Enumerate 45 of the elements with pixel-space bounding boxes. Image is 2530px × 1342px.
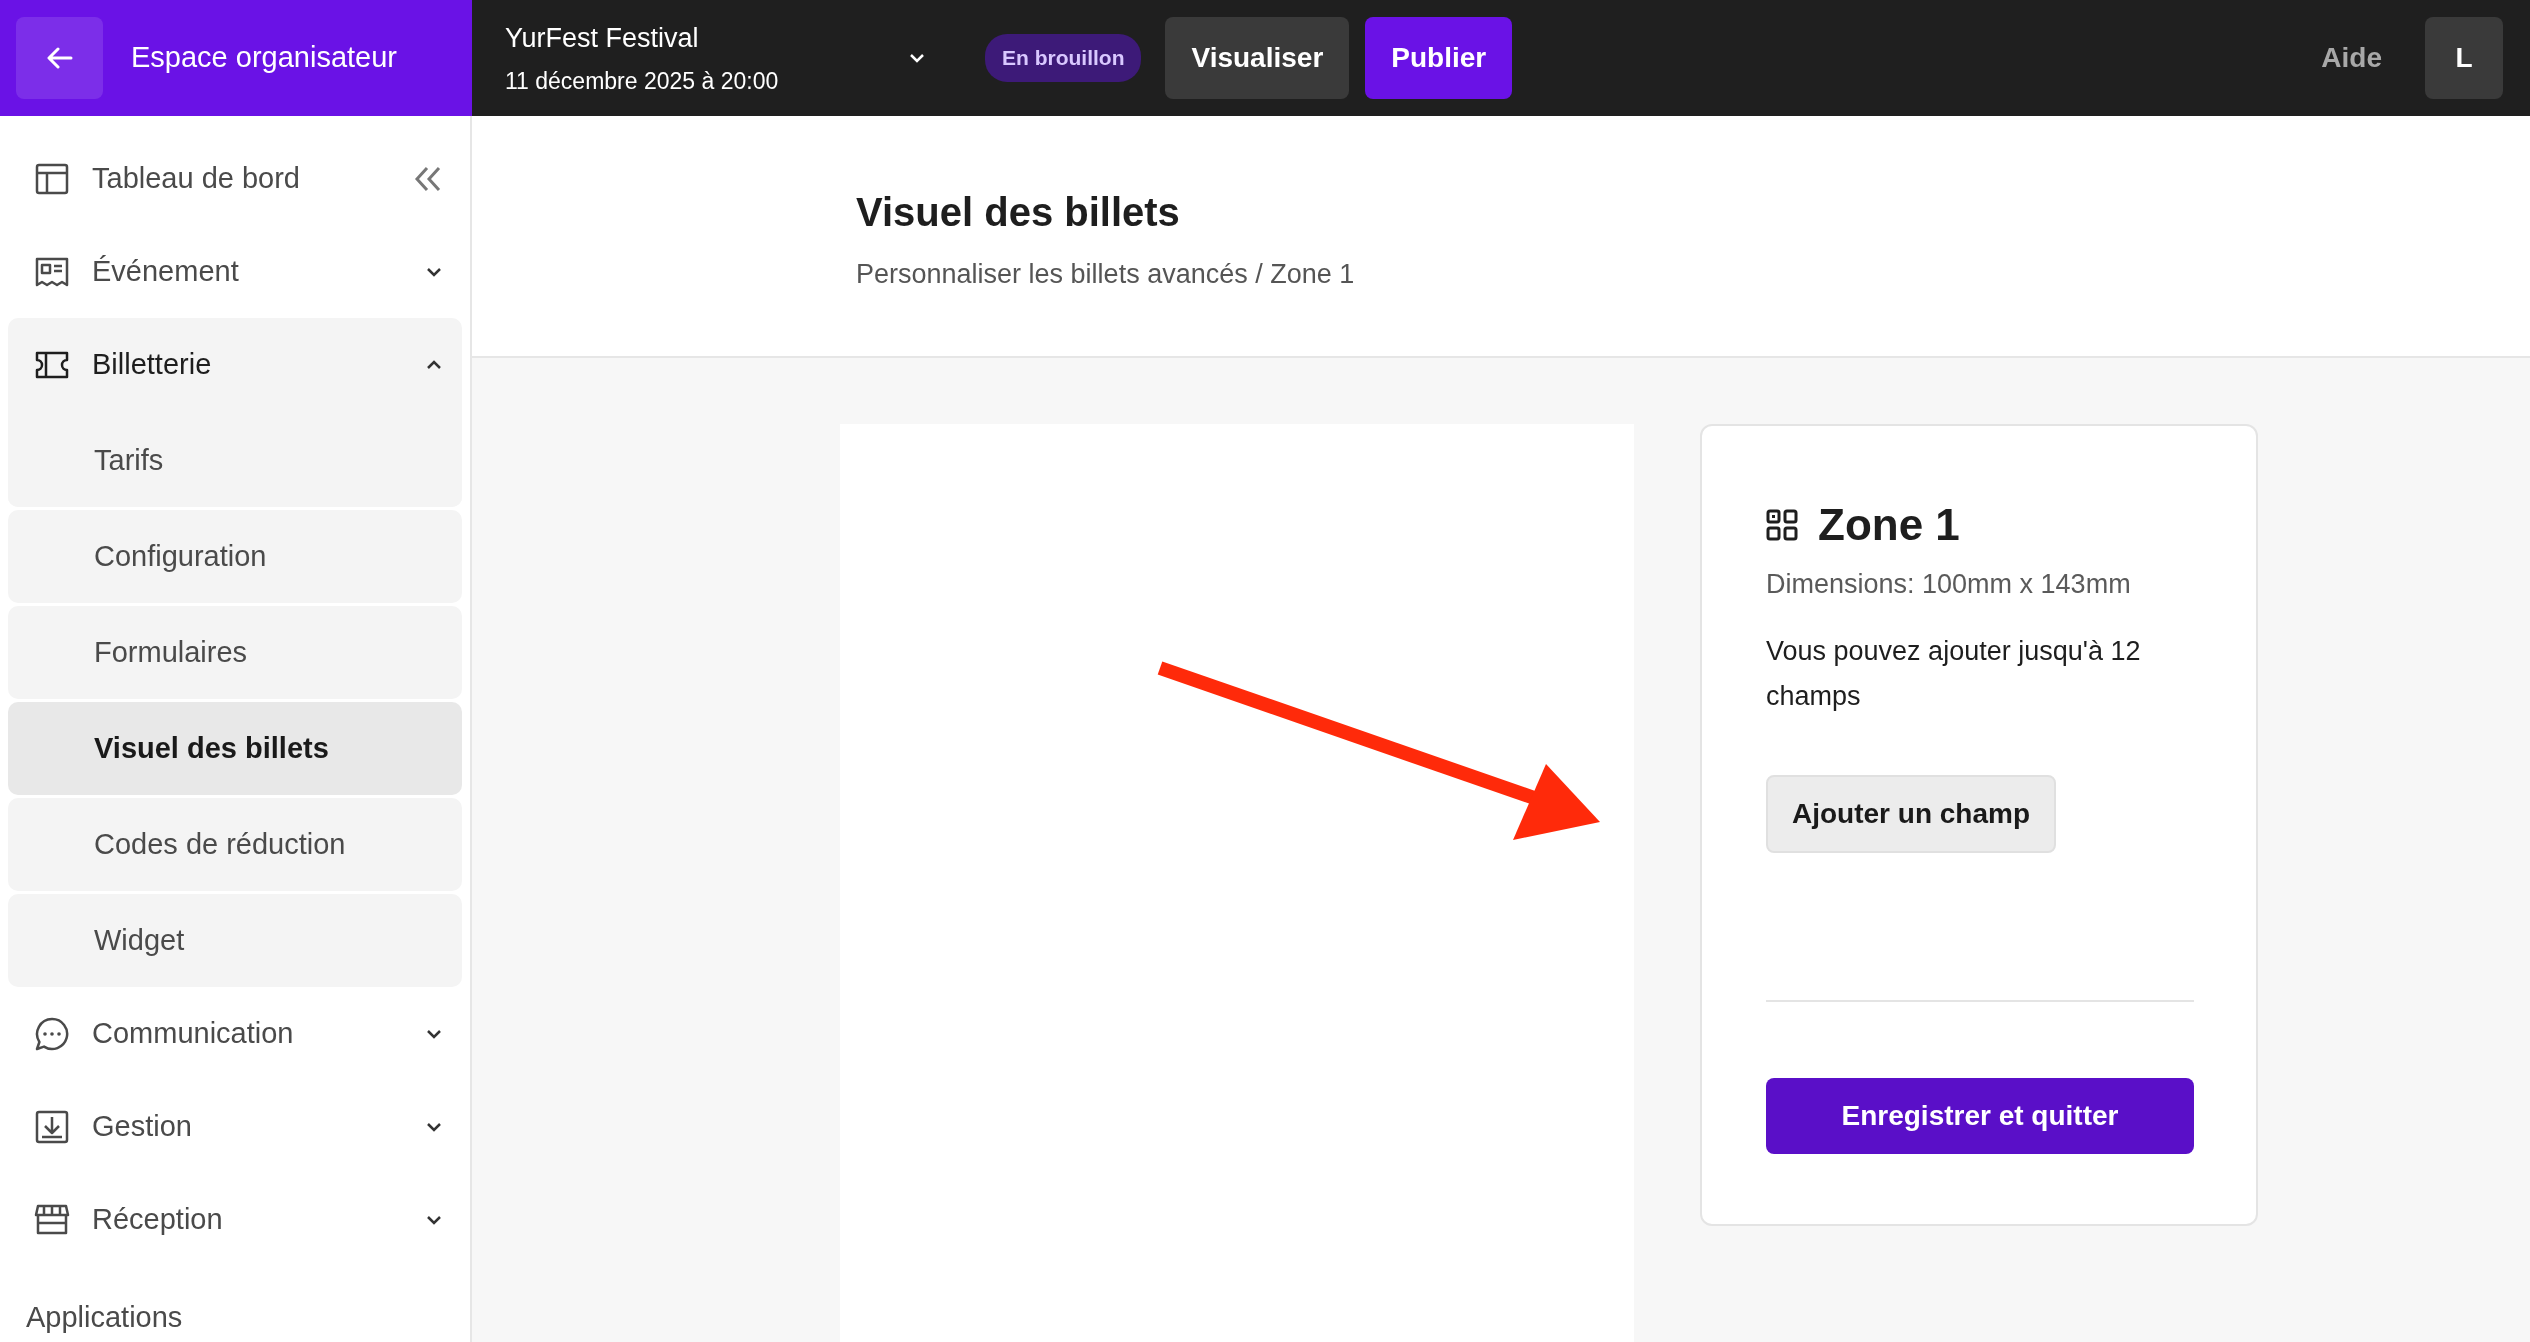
chevron-down-icon[interactable] [426,265,442,278]
chevron-down-icon[interactable] [426,1027,442,1040]
chevron-up-icon[interactable] [426,358,442,371]
save-and-quit-button[interactable]: Enregistrer et quitter [1766,1077,2194,1154]
sidebar-item-label: Communication [92,1015,295,1051]
sidebar-item-label: Événement [92,253,240,289]
sidebar-subitem[interactable]: Codes de réduction [8,798,462,891]
field-limit-text: Vous pouvez ajouter jusqu'à 12 champs [1766,634,2142,713]
back-arrow-icon [46,47,73,69]
sidebar-item[interactable]: Communication [8,987,462,1080]
sidebar-item-label: Réception [92,1201,224,1237]
sidebar-subitem[interactable]: Widget [8,894,462,987]
sidebar-subitem[interactable]: Formulaires [8,606,462,699]
preview-button[interactable]: Visualiser [1165,17,1350,99]
sidebar-item[interactable]: Billetterie [8,318,462,411]
download-tray-icon [34,1108,70,1145]
user-avatar[interactable]: L [2425,17,2503,99]
qr-code-icon [1766,509,1798,541]
chevron-down-icon[interactable] [909,53,925,63]
sidebar-item[interactable]: Événement [8,225,462,318]
publish-button[interactable]: Publier [1365,17,1513,99]
sidebar-item[interactable]: Tableau de bord [8,132,462,225]
sidebar-item-label: Billetterie [92,346,213,382]
chevron-down-icon[interactable] [426,1120,442,1133]
event-name: YurFest Festival [505,21,700,55]
help-link[interactable]: Aide [2321,37,2382,79]
sidebar-item-label: Gestion [92,1108,193,1144]
app-title: Espace organisateur [131,40,397,76]
sidebar-item[interactable]: Réception [8,1173,462,1266]
add-field-button[interactable]: Ajouter un champ [1766,774,2056,853]
chat-bubble-icon [34,1015,70,1052]
back-button[interactable] [16,17,103,99]
sidebar-item[interactable]: Gestion [8,1080,462,1173]
collapse-sidebar-icon[interactable] [414,165,442,192]
zone-dimensions: Dimensions: 100mm x 143mm [1766,568,2132,601]
breadcrumb: Personnaliser les billets avancés / Zone 1 [856,258,1356,291]
zone-title: Zone 1 [1818,499,1960,551]
event-date: 11 décembre 2025 à 20:00 [505,67,779,96]
status-badge: En brouillon [985,34,1142,82]
chevron-down-icon[interactable] [426,1213,442,1226]
sidebar-subitem[interactable]: Visuel des billets [8,702,462,795]
page-title: Visuel des billets [856,189,1181,236]
section-heading: Applications [25,1300,184,1335]
sidebar-subitem[interactable]: Configuration [8,510,462,603]
sidebar-item-label: Tableau de bord [92,160,301,196]
